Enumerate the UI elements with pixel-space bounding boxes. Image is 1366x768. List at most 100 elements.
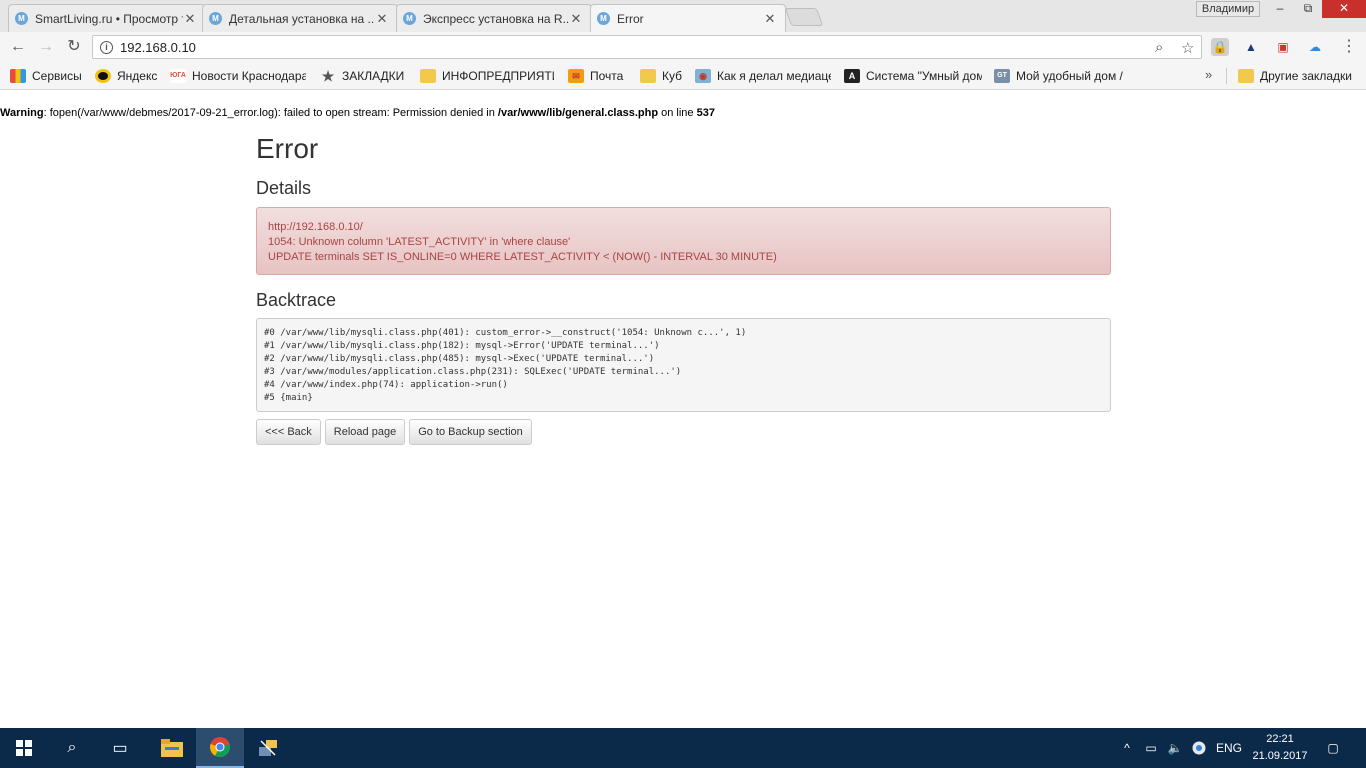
error-details-alert: http://192.168.0.10/ 1054: Unknown colum… bbox=[256, 207, 1111, 275]
details-sql-query: UPDATE terminals SET IS_ONLINE=0 WHERE L… bbox=[268, 251, 777, 263]
bookmark-my-home[interactable]: GT Мой удобный дом / bbox=[994, 68, 1130, 84]
close-icon[interactable]: ✕ bbox=[569, 11, 583, 27]
cast-extension-icon[interactable]: ▣ bbox=[1274, 38, 1292, 56]
details-error-message: 1054: Unknown column 'LATEST_ACTIVITY' i… bbox=[268, 236, 571, 248]
notifications-icon[interactable]: ▢ bbox=[1318, 728, 1348, 768]
backtrace-line: #0 /var/www/lib/mysqli.class.php(401): c… bbox=[264, 328, 747, 338]
network-icon[interactable]: ▭ bbox=[1140, 728, 1162, 768]
bookmark-star-icon[interactable]: ☆ bbox=[1181, 39, 1194, 57]
bookmark-infopredpriyatie[interactable]: ИНФОПРЕДПРИЯТИЕ bbox=[420, 68, 554, 84]
tab-error[interactable]: M Error ✕ bbox=[590, 4, 786, 32]
clock-time: 22:21 bbox=[1266, 733, 1294, 745]
backtrace-line: #1 /var/www/lib/mysqli.class.php(182): m… bbox=[264, 341, 660, 351]
chrome-icon[interactable] bbox=[196, 728, 244, 768]
majordomo-favicon-icon: M bbox=[15, 12, 28, 25]
close-window-button[interactable]: ✕ bbox=[1322, 0, 1366, 18]
tab-detailed-install[interactable]: M Детальная установка на ... ✕ bbox=[202, 4, 398, 32]
bookmark-services[interactable]: Сервисы bbox=[10, 68, 88, 84]
tab-label: SmartLiving.ru • Просмотр темы bbox=[35, 11, 183, 26]
backtrace-line: #4 /var/www/index.php(74): application->… bbox=[264, 380, 508, 390]
backtrace-block: #0 /var/www/lib/mysqli.class.php(401): c… bbox=[256, 318, 1111, 412]
bookmark-other[interactable]: Другие закладки bbox=[1238, 68, 1358, 84]
tab-smartliving[interactable]: M SmartLiving.ru • Просмотр темы ✕ bbox=[8, 4, 206, 32]
back-arrow-icon[interactable]: ← bbox=[6, 36, 30, 58]
minimize-button[interactable]: – bbox=[1266, 0, 1294, 18]
bookmarks-bar: Сервисы Яндекс ЮГА Новости Краснодара ★ … bbox=[0, 62, 1366, 90]
bookmark-label: Мой удобный дом / bbox=[1016, 69, 1123, 83]
warning-line: 537 bbox=[696, 107, 715, 119]
forward-arrow-icon[interactable]: → bbox=[34, 36, 58, 58]
bookmark-label: Система "Умный дом" bbox=[866, 69, 982, 83]
browser-tab-strip: M SmartLiving.ru • Просмотр темы ✕ M Дет… bbox=[0, 0, 1366, 32]
folder-icon bbox=[420, 69, 436, 83]
new-tab-button[interactable] bbox=[784, 8, 824, 26]
bookmark-smart-home-system[interactable]: A Система "Умный дом" bbox=[844, 68, 982, 84]
details-url: http://192.168.0.10/ bbox=[268, 221, 363, 233]
globe-icon: ◉ bbox=[695, 69, 711, 83]
bookmark-label: Куб bbox=[662, 69, 682, 83]
php-warning: Warning: fopen(/var/www/debmes/2017-09-2… bbox=[0, 107, 715, 119]
mail-icon: ✉ bbox=[568, 69, 584, 83]
clock[interactable]: 22:21 21.09.2017 bbox=[1248, 731, 1312, 765]
task-view-icon[interactable]: ▭ bbox=[96, 728, 144, 768]
url-text[interactable]: 192.168.0.10 bbox=[120, 40, 196, 55]
folder-icon bbox=[1238, 69, 1254, 83]
backtrace-heading: Backtrace bbox=[256, 290, 337, 310]
bookmark-kub[interactable]: Куб bbox=[640, 68, 684, 84]
browser-toolbar: ← → ↻ i 192.168.0.10 ⌕ ☆ 🔒 ▲ ▣ ☁ ⋮ bbox=[0, 32, 1366, 62]
file-explorer-icon[interactable] bbox=[148, 728, 196, 768]
alice-extension-icon[interactable]: ▲ bbox=[1242, 38, 1260, 56]
bookmark-label: Другие закладки bbox=[1260, 69, 1352, 83]
bookmark-yandex[interactable]: Яндекс bbox=[95, 68, 161, 84]
windows-taskbar: ⌕ ▭ ^ ▭ 🔈 ENG 22:21 21.09.2017 ▢ bbox=[0, 728, 1366, 768]
windows-start-icon[interactable] bbox=[0, 728, 48, 768]
reload-icon[interactable]: ↻ bbox=[62, 36, 86, 58]
bookmark-mediacenter[interactable]: ◉ Как я делал медиацентр bbox=[695, 68, 831, 84]
bookmark-label: ЗАКЛАДКИ bbox=[342, 69, 405, 83]
apps-grid-icon bbox=[10, 69, 26, 83]
backup-section-button[interactable]: Go to Backup section bbox=[409, 419, 532, 445]
info-icon[interactable]: i bbox=[100, 41, 113, 54]
backtrace-line: #2 /var/www/lib/mysqli.class.php(485): m… bbox=[264, 354, 655, 364]
warning-text: : fopen(/var/www/debmes/2017-09-21_error… bbox=[43, 107, 498, 119]
bookmark-label: Как я делал медиацентр bbox=[717, 69, 831, 83]
antivirus-icon[interactable] bbox=[1188, 728, 1210, 768]
tab-express-install[interactable]: M Экспресс установка на R... ✕ bbox=[396, 4, 592, 32]
close-icon[interactable]: ✕ bbox=[763, 11, 777, 27]
reload-page-button[interactable]: Reload page bbox=[324, 419, 406, 445]
restore-button[interactable]: ⧉ bbox=[1294, 0, 1322, 18]
warning-label: Warning bbox=[0, 107, 44, 119]
back-button[interactable]: <<< Back bbox=[256, 419, 321, 445]
more-bookmarks-button[interactable]: » bbox=[1205, 67, 1212, 82]
clock-date: 21.09.2017 bbox=[1252, 750, 1308, 762]
lock-extension-icon[interactable]: 🔒 bbox=[1211, 38, 1229, 56]
cloud-extension-icon[interactable]: ☁ bbox=[1306, 38, 1324, 56]
address-bar[interactable]: i 192.168.0.10 ⌕ ☆ bbox=[92, 35, 1202, 59]
profile-button[interactable]: Владимир bbox=[1196, 1, 1260, 17]
search-icon[interactable]: ⌕ bbox=[48, 728, 96, 768]
error-container: Error Details http://192.168.0.10/ 1054:… bbox=[256, 130, 1111, 445]
network-app-icon[interactable] bbox=[244, 728, 292, 768]
bookmark-zakladki[interactable]: ★ ЗАКЛАДКИ bbox=[320, 68, 408, 84]
bookmark-label: Сервисы bbox=[32, 69, 82, 83]
show-hidden-icons-icon[interactable]: ^ bbox=[1118, 728, 1136, 768]
gt-icon: GT bbox=[994, 69, 1010, 83]
volume-icon[interactable]: 🔈 bbox=[1164, 728, 1186, 768]
warning-text: on line bbox=[658, 107, 697, 119]
close-icon[interactable]: ✕ bbox=[183, 11, 197, 27]
tab-label: Детальная установка на ... bbox=[229, 11, 375, 26]
language-indicator[interactable]: ENG bbox=[1212, 728, 1246, 768]
page-title: Error bbox=[256, 133, 319, 164]
bookmark-mail[interactable]: ✉ Почта bbox=[568, 68, 628, 84]
bookmark-news-krasnodar[interactable]: ЮГА Новости Краснодара bbox=[170, 68, 306, 84]
menu-icon[interactable]: ⋮ bbox=[1340, 37, 1358, 57]
majordomo-favicon-icon: M bbox=[209, 12, 222, 25]
action-buttons: <<< Back Reload page Go to Backup sectio… bbox=[256, 419, 1111, 445]
close-icon[interactable]: ✕ bbox=[375, 11, 389, 27]
backtrace-line: #5 {main} bbox=[264, 393, 313, 403]
bookmark-label: Новости Краснодара bbox=[192, 69, 306, 83]
site-logo-icon: A bbox=[844, 69, 860, 83]
bookmark-divider bbox=[1226, 68, 1227, 84]
tab-label: Error bbox=[617, 11, 644, 26]
zoom-icon[interactable]: ⌕ bbox=[1155, 39, 1163, 56]
